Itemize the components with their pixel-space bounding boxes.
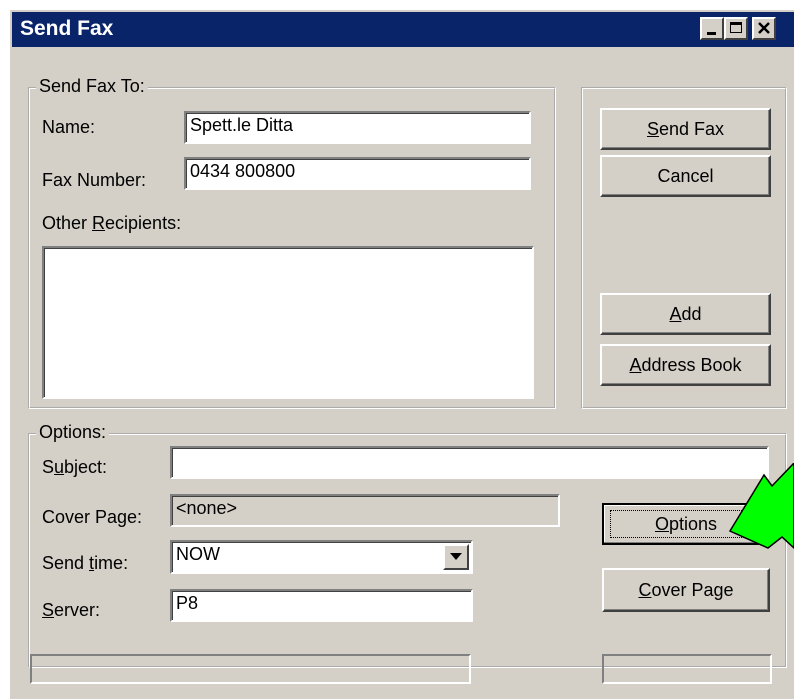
minimize-button[interactable] xyxy=(700,17,724,40)
send-fax-button[interactable]: Send Fax xyxy=(600,108,771,150)
status-pane-secondary xyxy=(602,654,772,684)
chevron-down-icon xyxy=(450,553,462,560)
subject-field[interactable] xyxy=(170,446,769,479)
add-button[interactable]: Add xyxy=(600,293,771,335)
address-book-button[interactable]: Address Book xyxy=(600,344,771,386)
send-time-select[interactable]: NOW xyxy=(170,540,473,574)
fax-number-field[interactable]: 0434 800800 xyxy=(184,157,531,190)
title-bar[interactable]: Send Fax xyxy=(12,12,794,47)
window-title: Send Fax xyxy=(20,17,114,40)
subject-label: Subject: xyxy=(42,457,108,477)
send-fax-to-legend: Send Fax To: xyxy=(36,76,148,97)
maximize-icon xyxy=(730,22,742,33)
close-button[interactable] xyxy=(752,17,776,40)
name-field[interactable]: Spett.le Ditta xyxy=(184,111,531,144)
name-label: Name: xyxy=(42,117,96,137)
send-time-dropdown-button[interactable] xyxy=(443,544,469,570)
pointer-arrow-icon xyxy=(728,463,794,550)
maximize-button[interactable] xyxy=(724,17,748,40)
cover-page-field: <none> xyxy=(170,494,560,527)
cover-page-button[interactable]: Cover Page xyxy=(602,568,770,612)
server-label: Server: xyxy=(42,600,101,620)
cancel-button[interactable]: Cancel xyxy=(600,155,771,197)
options-legend: Options: xyxy=(36,422,110,443)
cover-page-label: Cover Page: xyxy=(42,507,143,527)
status-pane-main xyxy=(30,654,471,684)
minimize-icon xyxy=(707,32,716,35)
close-icon xyxy=(758,22,770,34)
other-recipients-list[interactable] xyxy=(42,246,534,399)
server-field[interactable]: P8 xyxy=(170,589,473,622)
fax-number-label: Fax Number: xyxy=(42,170,147,190)
send-time-value: NOW xyxy=(176,544,220,564)
other-recipients-label: Other Recipients: xyxy=(42,213,182,233)
send-time-label: Send time: xyxy=(42,553,129,573)
